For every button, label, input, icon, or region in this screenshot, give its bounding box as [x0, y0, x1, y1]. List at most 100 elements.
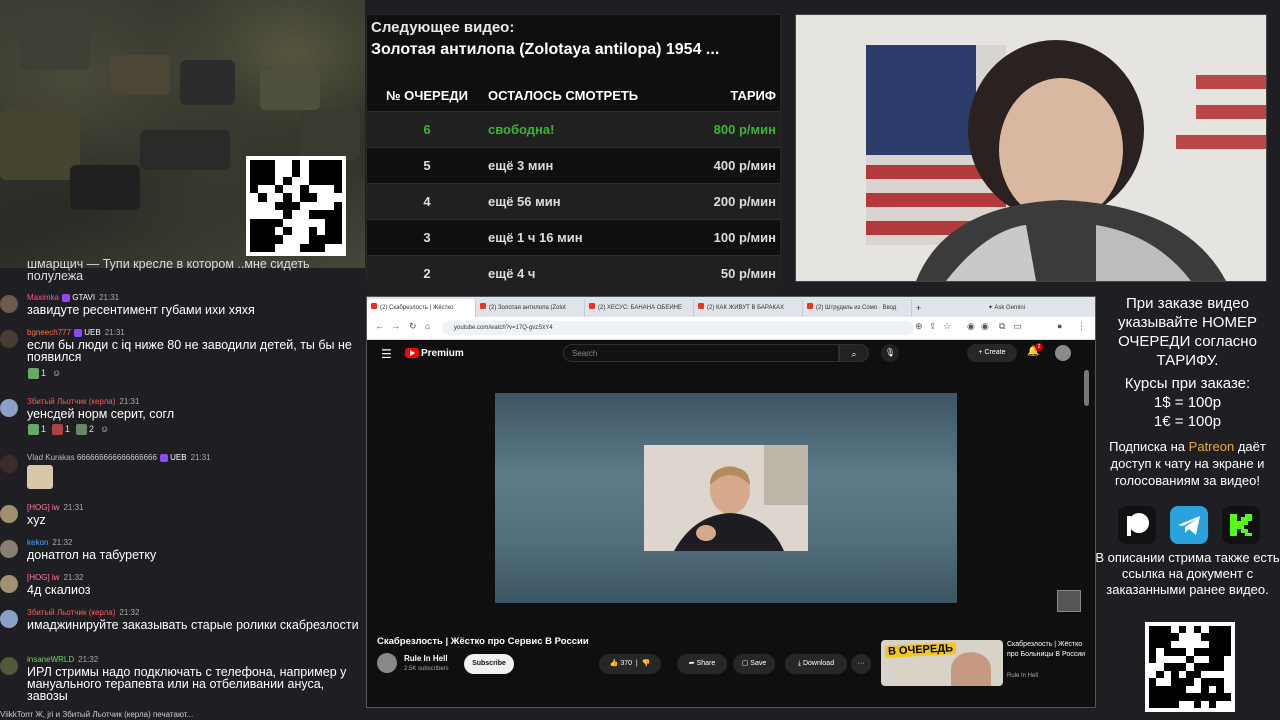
reload-icon[interactable]: ↻ — [409, 321, 417, 332]
queue-row: 4 ещё 56 мин 200 р/мин — [367, 183, 780, 220]
telegram-icon[interactable] — [1170, 506, 1208, 544]
chat-username[interactable]: [HOG] iw — [27, 503, 59, 512]
queue-remaining: ещё 56 мин — [487, 183, 689, 220]
queue-number: 4 — [367, 183, 487, 220]
forward-icon[interactable]: → — [391, 321, 400, 331]
dislike-icon[interactable]: 👎 — [642, 660, 651, 667]
notification-count: 2 — [1035, 343, 1043, 351]
browser-tab[interactable]: (2) Золотая антилопа (Zolot — [476, 299, 585, 317]
ask-gemini-button[interactable]: ✦ Ask Gemini — [984, 299, 1032, 317]
emote-icon — [28, 368, 39, 380]
url-field[interactable]: youtube.com/watch?v=17Q-gvzSxY4 — [442, 321, 914, 335]
channel-avatar[interactable] — [377, 653, 397, 673]
channel-name[interactable]: Rule In Hell — [404, 654, 448, 663]
badge-icon — [159, 453, 168, 462]
chat-badge-label: GTAVI — [72, 293, 96, 302]
chat-message-text: 666666666666666666 — [76, 453, 157, 462]
webcam-image — [796, 15, 1266, 281]
chat-username[interactable]: [HOG] iw — [27, 573, 59, 582]
download-button[interactable]: ⤓ Download — [785, 654, 847, 674]
chat-username[interactable]: Збитый Льотчик (керла) — [27, 397, 115, 406]
share-button[interactable]: ➦ Share — [677, 654, 727, 674]
chat-username[interactable]: kekon — [27, 538, 48, 547]
extension-icon[interactable]: ◉ — [967, 321, 975, 332]
avatar — [0, 540, 18, 558]
browser-tab[interactable]: (2) КАК ЖИВУТ В БАРАКАХ — [694, 299, 803, 317]
chat-username[interactable]: Maximka — [27, 293, 59, 302]
add-reaction-icon[interactable]: ☺ — [52, 368, 61, 379]
chat-timestamp: 21:32 — [119, 608, 140, 617]
like-icon[interactable]: 👍 — [610, 660, 619, 667]
reaction-count: 2 — [89, 424, 95, 434]
reactions: 1 ☺ — [28, 368, 61, 380]
webcam-feed — [795, 14, 1267, 282]
patreon-icon[interactable] — [1118, 506, 1156, 544]
sidebar-icon[interactable]: ▭ — [1013, 321, 1022, 332]
extensions-icon[interactable]: ⧉ — [999, 321, 1005, 332]
avatar[interactable] — [1055, 345, 1071, 361]
queue-remaining: ещё 1 ч 16 мин — [487, 219, 689, 256]
chat-username[interactable]: insaneWRLD — [27, 655, 74, 664]
youtube-page: ☰ Premium Search ⌕ 🎙 + Create 🔔 2 Скабре… — [367, 340, 1095, 707]
new-tab-button[interactable]: + — [912, 299, 934, 317]
chat-message-text: завидуте ресентимент губами ихи хяхя — [27, 303, 255, 317]
mic-icon[interactable]: 🎙 — [881, 344, 899, 362]
share-icon[interactable]: ⇪ — [929, 321, 937, 332]
queue-header-number: № ОЧЕРЕДИ — [386, 87, 468, 103]
miniplayer-thumb[interactable] — [1057, 590, 1081, 612]
tab-label: (2) КАК ЖИВУТ В БАРАКАХ — [707, 305, 785, 311]
add-reaction-icon[interactable]: ☺ — [100, 424, 109, 435]
search-input[interactable]: Search — [563, 344, 839, 362]
subscribe-button[interactable]: Subscribe — [464, 654, 514, 674]
save-label: Save — [750, 660, 767, 667]
video-player[interactable] — [495, 393, 957, 603]
browser-tab[interactable]: (2) Штрудель из Сомо · Ввод — [803, 299, 912, 317]
youtube-logo[interactable]: Premium — [405, 348, 464, 359]
youtube-icon — [698, 303, 704, 309]
emote-icon — [28, 424, 39, 436]
back-icon[interactable]: ← — [375, 321, 384, 331]
create-button[interactable]: + Create — [967, 344, 1017, 362]
chat-username[interactable]: Vlad Kurakas — [27, 453, 75, 462]
browser-tab[interactable]: (2) ХЕСУС: БАНАНА ОБЕИНЕ — [585, 299, 694, 317]
chat-message-text: ИРЛ стримы надо подключать с телефона, н… — [27, 665, 347, 703]
like-dislike-group[interactable]: 👍 370 | 👎 — [599, 654, 661, 674]
zoom-icon[interactable]: ⊕ — [915, 321, 923, 332]
recommended-channel[interactable]: Rule In Hell — [1007, 673, 1038, 679]
menu-icon[interactable]: ☰ — [381, 347, 392, 361]
scrollbar[interactable] — [1084, 370, 1089, 406]
chat-username[interactable]: Збитый Льотчик (керла) — [27, 608, 115, 617]
bookmark-icon[interactable]: ☆ — [943, 321, 951, 332]
logo-label: Premium — [421, 348, 464, 359]
extension-icon[interactable]: ◉ — [981, 321, 989, 332]
more-actions-button[interactable]: ··· — [851, 654, 871, 674]
rates-title: Курсы при заказе: — [1124, 375, 1251, 392]
profile-icon[interactable]: ● — [1057, 321, 1062, 331]
search-icon[interactable]: ⌕ — [839, 344, 869, 362]
badge-icon — [62, 293, 71, 302]
reaction[interactable]: 1 — [28, 424, 46, 436]
menu-icon[interactable]: ⋮ — [1077, 321, 1086, 332]
chat-timestamp: 21:31 — [119, 397, 140, 406]
badge-icon — [74, 328, 83, 337]
youtube-icon — [589, 303, 595, 309]
recommended-title[interactable]: Скабрезлость | Жёстко про Больницы В Рос… — [1007, 640, 1093, 660]
save-button[interactable]: ▢ Save — [733, 654, 775, 674]
reaction[interactable]: 1 — [28, 368, 46, 380]
reaction[interactable]: 1 — [52, 424, 71, 436]
browser-tab[interactable]: (2) Скабрезлость | Жёстко — [367, 299, 476, 317]
home-icon[interactable]: ⌂ — [425, 321, 430, 331]
ask-gemini-label: Ask Gemini — [994, 305, 1026, 311]
reaction-count: 1 — [65, 424, 71, 434]
chat-username[interactable]: bgneech777 — [27, 328, 71, 337]
queue-rate: 100 р/мин — [689, 219, 780, 256]
patreon-link[interactable]: Patreon — [1189, 439, 1235, 454]
queue-rate: 400 р/мин — [689, 147, 780, 184]
recommended-thumbnail[interactable]: В ОЧЕРЕДЬ — [881, 640, 1003, 686]
kick-icon[interactable] — [1222, 506, 1260, 544]
queue-remaining: свободна! — [487, 111, 689, 148]
reaction[interactable]: 2 — [76, 424, 95, 436]
create-label: Create — [984, 349, 1006, 356]
video-frame — [644, 445, 808, 551]
subscription-prefix: Подписка на — [1109, 439, 1186, 454]
